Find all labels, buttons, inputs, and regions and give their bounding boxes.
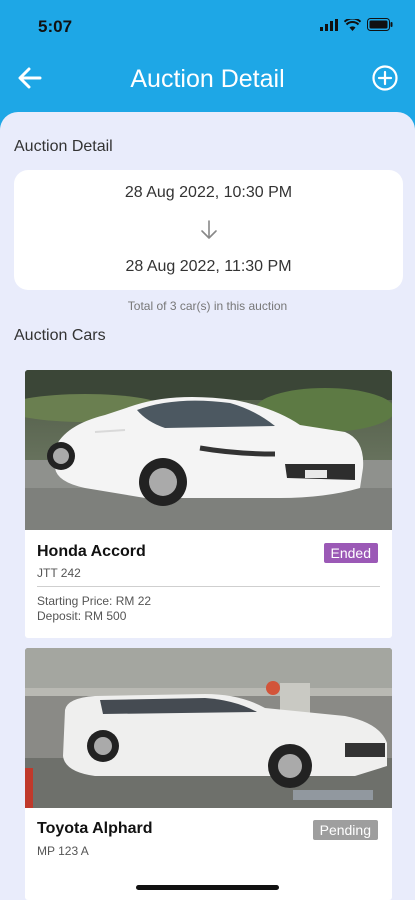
car-card-honda-accord[interactable]: Honda Accord JTT 242 Ended Starting Pric… — [25, 370, 392, 638]
content-sheet: Auction Detail 28 Aug 2022, 10:30 PM 28 … — [0, 112, 415, 900]
auction-end-time: 28 Aug 2022, 11:30 PM — [125, 258, 292, 275]
auction-cars-label: Auction Cars — [14, 327, 106, 344]
nav-bar: Auction Detail — [0, 55, 415, 105]
status-badge: Pending — [312, 820, 378, 840]
auction-detail-label: Auction Detail — [14, 138, 113, 155]
wifi-icon — [343, 17, 362, 36]
car-photo — [25, 648, 392, 808]
car-name: Honda Accord — [37, 543, 146, 560]
status-badge: Ended — [323, 543, 378, 563]
page-title: Auction Detail — [130, 65, 285, 93]
car-card-toyota-alphard[interactable]: Toyota Alphard MP 123 A Pending — [25, 648, 392, 900]
signal-icon — [320, 18, 338, 36]
divider — [37, 586, 380, 587]
battery-icon — [367, 18, 393, 36]
total-cars-note: Total of 3 car(s) in this auction — [127, 299, 288, 313]
status-bar: 5:07 — [0, 0, 415, 50]
car-photo — [25, 370, 392, 530]
home-indicator — [136, 885, 279, 890]
car-starting-price: Starting Price: RM 22 — [37, 594, 152, 608]
auction-time-card: 28 Aug 2022, 10:30 PM 28 Aug 2022, 11:30… — [14, 170, 403, 290]
status-time: 5:07 — [38, 17, 73, 36]
auction-start-time: 28 Aug 2022, 10:30 PM — [124, 184, 293, 201]
plus-circle-icon — [372, 64, 398, 96]
car-deposit: Deposit: RM 500 — [37, 609, 127, 623]
car-name: Toyota Alphard — [37, 820, 153, 837]
arrow-down-icon — [14, 220, 403, 245]
add-button[interactable] — [371, 64, 399, 96]
car-plate: JTT 242 — [37, 566, 81, 580]
car-plate: MP 123 A — [37, 844, 89, 858]
status-icons — [320, 17, 393, 36]
